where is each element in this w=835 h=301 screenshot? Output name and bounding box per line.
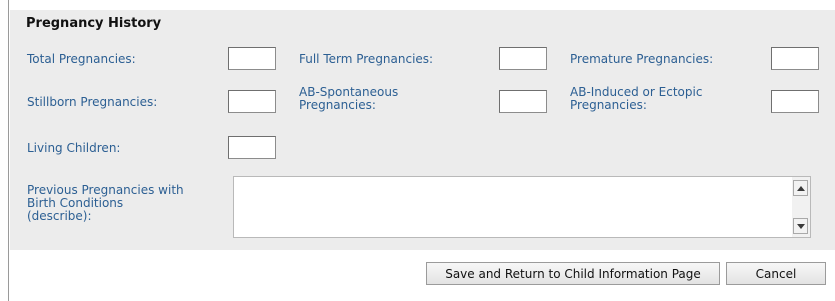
premature-pregnancies-label: Premature Pregnancies: (570, 52, 714, 66)
ab-spontaneous-pregnancies-label: AB-Spontaneous Pregnancies: (299, 86, 398, 112)
premature-pregnancies-field[interactable] (771, 47, 819, 70)
full-term-pregnancies-label: Full Term Pregnancies: (299, 52, 434, 66)
section-title: Pregnancy History (26, 16, 162, 31)
ab-induced-label-line2: Pregnancies: (570, 98, 647, 112)
scroll-down-arrow-icon (796, 223, 805, 229)
total-pregnancies-label: Total Pregnancies: (27, 52, 136, 66)
ab-spontaneous-pregnancies-field[interactable] (499, 90, 547, 113)
cancel-button[interactable]: Cancel (726, 262, 826, 285)
living-children-label: Living Children: (27, 141, 121, 155)
living-children-field[interactable] (228, 136, 276, 159)
ab-induced-ectopic-pregnancies-field[interactable] (771, 90, 819, 113)
full-term-pregnancies-field[interactable] (499, 47, 547, 70)
stillborn-pregnancies-field[interactable] (228, 90, 276, 113)
page-frame: Pregnancy History Total Pregnancies: Ful… (0, 0, 835, 301)
previous-pregnancies-label-line3: (describe): (27, 209, 92, 223)
stillborn-pregnancies-label: Stillborn Pregnancies: (27, 95, 158, 109)
scroll-up-arrow-icon (796, 185, 805, 191)
total-pregnancies-field[interactable] (228, 47, 276, 70)
left-border (8, 0, 9, 301)
scroll-up-button[interactable] (793, 180, 808, 196)
previous-pregnancies-conditions-box (233, 176, 811, 238)
scroll-down-button[interactable] (793, 218, 808, 234)
previous-pregnancies-conditions-label: Previous Pregnancies with Birth Conditio… (27, 184, 184, 223)
ab-induced-ectopic-pregnancies-label: AB-Induced or Ectopic Pregnancies: (570, 86, 702, 112)
previous-pregnancies-conditions-textarea[interactable] (234, 177, 792, 237)
textarea-scrollbar[interactable] (792, 177, 810, 237)
ab-spontaneous-label-line2: Pregnancies: (299, 98, 376, 112)
save-and-return-button[interactable]: Save and Return to Child Information Pag… (426, 262, 720, 285)
